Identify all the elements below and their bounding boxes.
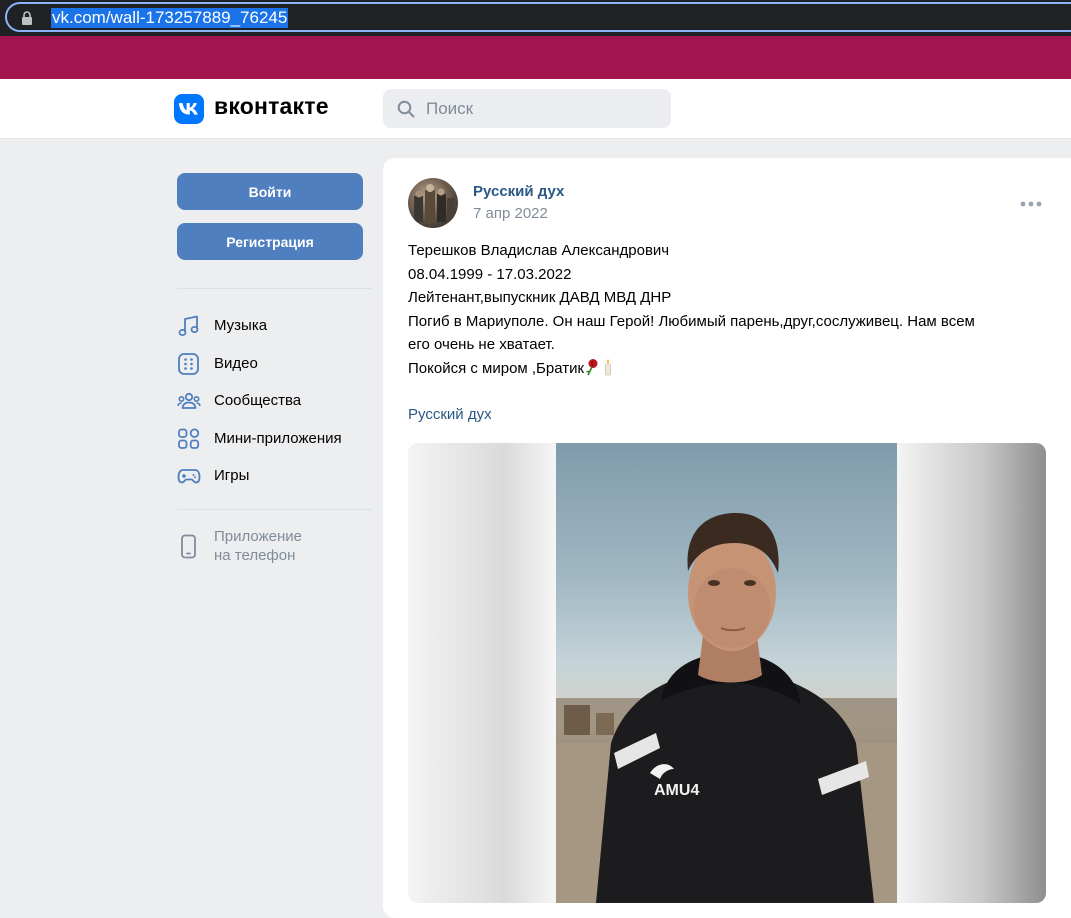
more-options-icon[interactable] — [1020, 201, 1042, 207]
post-text-line: Покойся с миром ,Братик — [408, 359, 585, 377]
sidebar-item-video[interactable]: Видео — [177, 349, 377, 377]
post-text-last-line: Покойся с миром ,Братик — [408, 357, 1048, 381]
sidebar-item-games[interactable]: Игры — [177, 461, 377, 489]
post-card: Русский дух 7 апр 2022 Терешков Владисла… — [383, 158, 1071, 918]
games-icon — [177, 469, 201, 484]
sidebar-item-label: Видео — [214, 355, 258, 372]
avatar[interactable] — [408, 178, 458, 228]
sidebar-divider — [177, 288, 372, 289]
mobile-app-label-line2: на телефон — [214, 547, 296, 564]
repost-source-link[interactable]: Русский дух — [408, 406, 492, 423]
address-bar[interactable]: vk.com/wall-173257889_76245 — [5, 2, 1071, 32]
post-text-line: 08.04.1999 - 17.03.2022 — [408, 265, 572, 283]
search-input[interactable]: Поиск — [383, 89, 671, 128]
video-icon — [178, 353, 199, 375]
post-text-line: Погиб в Мариуполе. Он наш Герой! Любимый… — [408, 312, 975, 330]
mobile-app-label-line1: Приложение — [214, 528, 302, 545]
mini-apps-icon — [178, 428, 200, 449]
photo-illustration: AMU4 — [556, 513, 897, 903]
post-text: Терешков Владислав Александрович 08.04.1… — [408, 239, 1048, 380]
sidebar-item-communities[interactable]: Сообщества — [177, 386, 377, 414]
phone-icon — [181, 534, 196, 559]
mobile-app-label: Приложение на телефон — [214, 527, 302, 565]
post-photo[interactable]: AMU4 — [556, 443, 897, 903]
post-photo-container[interactable]: AMU4 — [408, 443, 1046, 903]
post-text-line: его очень не хватает. — [408, 336, 555, 353]
url-text[interactable]: vk.com/wall-173257889_76245 — [51, 8, 289, 28]
lock-icon — [22, 11, 32, 25]
post-author[interactable]: Русский дух — [473, 183, 564, 200]
music-icon — [178, 315, 199, 336]
login-button[interactable]: Войти — [177, 173, 363, 210]
browser-toolbar: vk.com/wall-173257889_76245 — [0, 0, 1071, 36]
sidebar-item-mobile-app[interactable]: Приложение на телефон — [177, 526, 377, 570]
rose-emoji-icon — [586, 358, 598, 375]
post-text-line: Лейтенант,выпускник ДАВД МВД ДНР — [408, 289, 672, 306]
vk-wordmark[interactable]: вконтакте — [214, 93, 329, 120]
sidebar-divider — [177, 509, 372, 510]
page-top-band — [0, 36, 1071, 79]
sidebar-item-label: Мини-приложения — [214, 430, 342, 447]
sidebar-item-label: Сообщества — [214, 392, 302, 409]
search-placeholder: Поиск — [426, 99, 474, 118]
sidebar-item-label: Игры — [214, 467, 250, 484]
photo-print-text: AMU4 — [654, 782, 699, 799]
sidebar-item-mini-apps[interactable]: Мини-приложения — [177, 424, 377, 452]
site-header: вконтакте Поиск — [0, 79, 1071, 139]
candle-emoji-icon — [605, 358, 611, 375]
post-date[interactable]: 7 апр 2022 — [473, 205, 548, 222]
communities-icon — [177, 392, 201, 409]
sidebar-item-label: Музыка — [214, 317, 268, 334]
sidebar-item-music[interactable]: Музыка — [177, 311, 377, 339]
post-text-line: Терешков Владислав Александрович — [408, 242, 670, 259]
register-button[interactable]: Регистрация — [177, 223, 363, 260]
vk-logo-icon[interactable] — [174, 94, 204, 124]
search-icon — [397, 100, 415, 118]
